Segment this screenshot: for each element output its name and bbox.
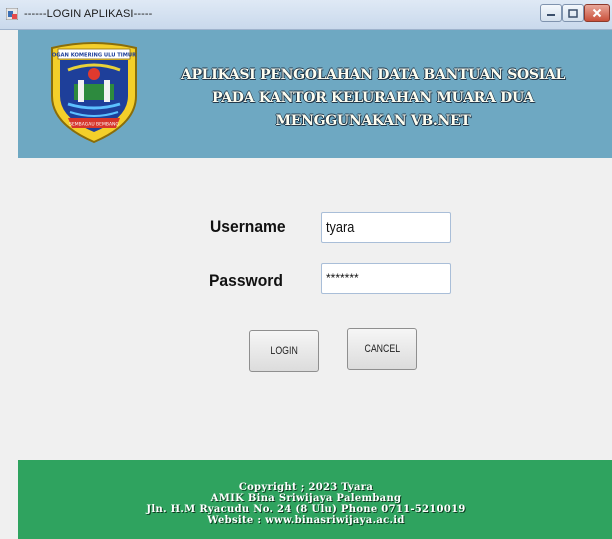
app-title-line3: MENGGUNAKAN VB.NET	[275, 113, 471, 129]
app-title: APLIKASI PENGOLAHAN DATA BANTUAN SOSIAL …	[143, 64, 603, 133]
close-icon	[592, 8, 602, 18]
cancel-button[interactable]: CANCEL	[347, 328, 417, 370]
minimize-button[interactable]	[540, 4, 562, 22]
username-label: Username	[210, 217, 286, 236]
maximize-button[interactable]	[562, 4, 584, 22]
login-button[interactable]: LOGIN	[249, 330, 319, 372]
close-button[interactable]	[584, 4, 610, 22]
login-button-label: LOGIN	[270, 345, 298, 357]
username-value: tyara	[326, 219, 355, 236]
minimize-icon	[547, 14, 555, 16]
login-form-area	[18, 158, 612, 460]
app-icon	[6, 8, 18, 20]
password-input[interactable]: *******	[321, 263, 451, 294]
password-label: Password	[209, 271, 283, 290]
header-banner: OGAN KOMERING ULU TIMUR SEMBAGAU BEMBANG…	[18, 30, 612, 158]
password-value: *******	[326, 271, 359, 285]
cancel-button-label: CANCEL	[364, 343, 400, 355]
footer-copyright: Copyright ; 2023 Tyara	[238, 482, 374, 493]
footer-text: Copyright ; 2023 Tyara AMIK Bina Sriwija…	[0, 482, 612, 526]
footer-address: Jln. H.M Ryacudu No. 24 (8 Ulu) Phone 07…	[146, 504, 466, 515]
title-bar[interactable]: ------LOGIN APLIKASI-----	[0, 0, 612, 30]
window-title: ------LOGIN APLIKASI-----	[24, 8, 153, 20]
app-title-line1: APLIKASI PENGOLAHAN DATA BANTUAN SOSIAL	[180, 67, 566, 83]
app-title-line2: PADA KANTOR KELURAHAN MUARA DUA	[211, 90, 534, 106]
username-input[interactable]: tyara	[321, 212, 451, 243]
maximize-icon	[568, 8, 578, 18]
footer-institution: AMIK Bina Sriwijaya Palembang	[210, 493, 402, 504]
svg-text:SEMBAGAU BEMBANG: SEMBAGAU BEMBANG	[69, 122, 119, 128]
login-window: ------LOGIN APLIKASI----- OGAN KOMERING …	[0, 0, 612, 539]
footer-website: Website : www.binasriwijaya.ac.id	[207, 515, 405, 526]
svg-text:OGAN KOMERING ULU TIMUR: OGAN KOMERING ULU TIMUR	[52, 53, 136, 59]
regency-emblem-icon: OGAN KOMERING ULU TIMUR SEMBAGAU BEMBANG	[51, 42, 137, 144]
